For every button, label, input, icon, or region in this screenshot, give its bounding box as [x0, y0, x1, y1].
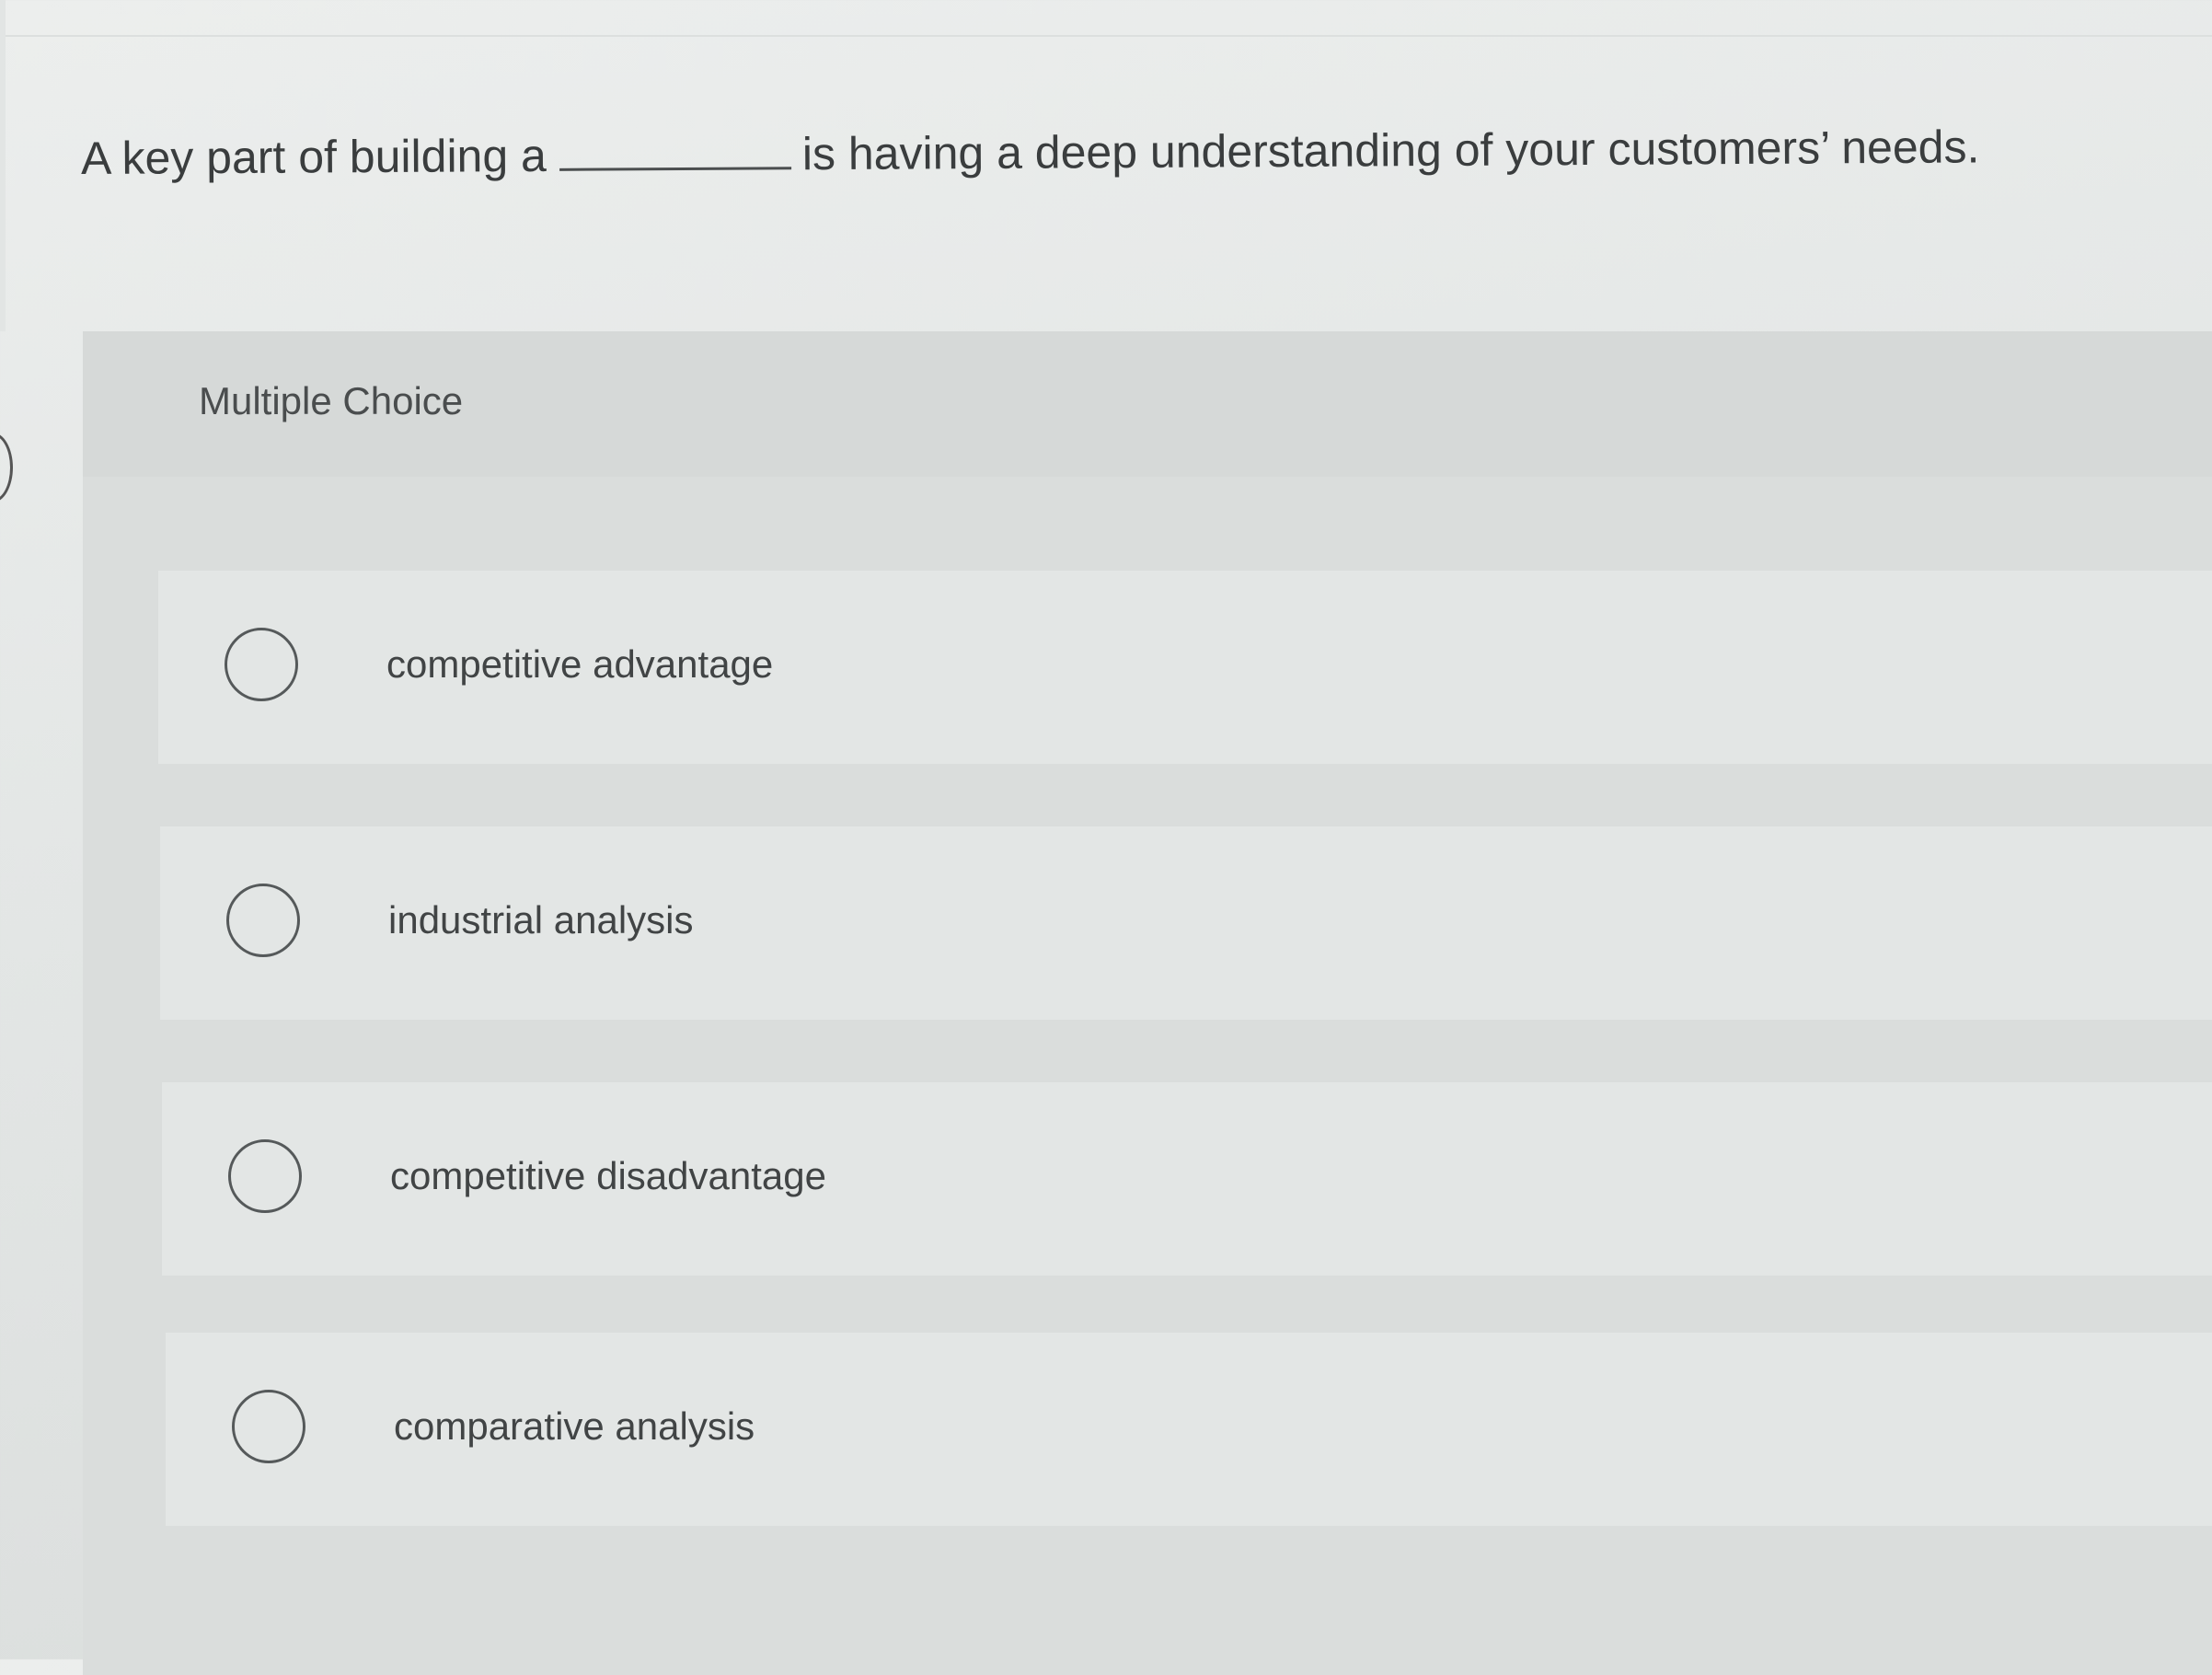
option-label[interactable]: comparative analysis — [394, 1404, 755, 1449]
left-edge-strip — [0, 0, 6, 331]
option-label[interactable]: competitive advantage — [386, 642, 773, 687]
radio-button-icon[interactable] — [232, 1390, 305, 1463]
radio-button-icon[interactable] — [226, 884, 300, 957]
options-list: competitive advantage industrial analysi… — [83, 331, 2212, 1675]
option-label[interactable]: industrial analysis — [388, 898, 694, 942]
option-comparative-analysis[interactable]: comparative analysis — [166, 1333, 2212, 1526]
partial-circle-icon — [0, 433, 13, 502]
question-text-after-blank: is having a deep understanding of your c… — [801, 121, 1980, 180]
question-text-before-blank: A key part of building a — [80, 129, 547, 184]
question-prompt: A key part of building a is having a deep… — [81, 108, 1980, 193]
radio-button-icon[interactable] — [225, 628, 298, 701]
option-competitive-disadvantage[interactable]: competitive disadvantage — [162, 1082, 2212, 1276]
option-industrial-analysis[interactable]: industrial analysis — [160, 826, 2212, 1020]
option-competitive-advantage[interactable]: competitive advantage — [158, 571, 2212, 764]
answer-panel: Multiple Choice competitive advantage in… — [83, 331, 2212, 1675]
answer-blank — [559, 115, 791, 171]
option-label[interactable]: competitive disadvantage — [390, 1154, 826, 1198]
top-divider — [0, 35, 2212, 37]
radio-button-icon[interactable] — [228, 1139, 302, 1213]
